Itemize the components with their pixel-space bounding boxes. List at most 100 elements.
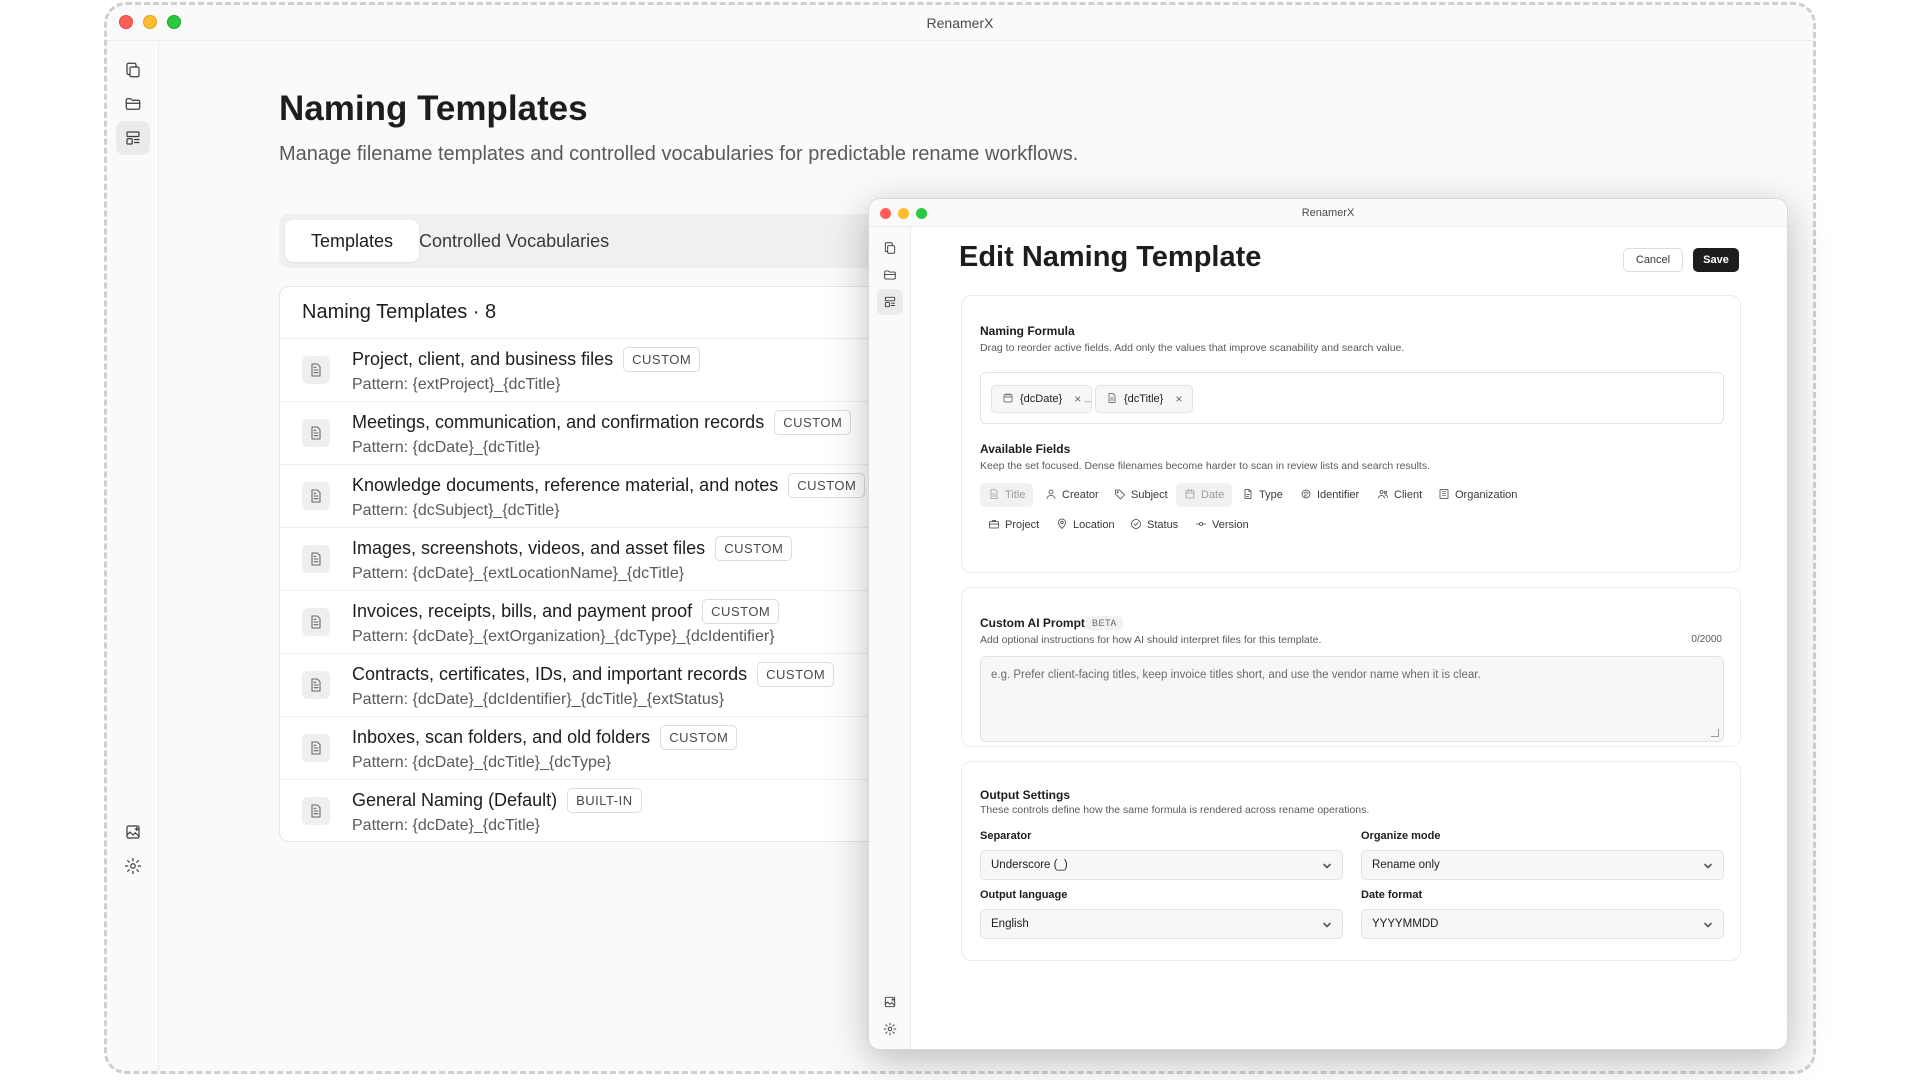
date-format-value: YYYYMMDD (1372, 918, 1439, 930)
calendar-icon (1184, 488, 1196, 503)
briefcase-icon (988, 518, 1000, 533)
edit-template-dialog: RenamerX Edit Naming Template Cancel Sav… (868, 198, 1788, 1050)
field-project[interactable]: Project (980, 513, 1047, 537)
template-row[interactable]: Inboxes, scan folders, and old folders CU… (280, 717, 938, 780)
output-settings-section: Output Settings These controls define ho… (961, 761, 1741, 961)
field-creator[interactable]: Creator (1037, 483, 1107, 507)
template-row[interactable]: Invoices, receipts, bills, and payment p… (280, 591, 938, 654)
template-row[interactable]: Meetings, communication, and confirmatio… (280, 402, 938, 465)
templates-icon[interactable] (877, 289, 903, 315)
formula-chip-dcdate[interactable]: {dcDate} × (991, 385, 1093, 413)
document-icon (302, 356, 330, 384)
files-icon[interactable] (116, 53, 150, 87)
check-circle-icon (1130, 518, 1142, 533)
template-row[interactable]: Project, client, and business files CUSTO… (280, 339, 938, 402)
save-button[interactable]: Save (1693, 248, 1739, 272)
template-badge: CUSTOM (774, 410, 852, 435)
files-icon[interactable] (877, 235, 903, 261)
formula-drop-zone[interactable]: {dcDate} × _ {dcTitle} × (980, 372, 1724, 424)
field-label: Type (1259, 489, 1283, 501)
dialog-title-bar: RenamerX (869, 199, 1787, 227)
template-pattern: Pattern: {dcSubject}_{dcTitle} (352, 502, 560, 519)
document-icon (302, 482, 330, 510)
dialog-heading: Edit Naming Template (959, 241, 1262, 273)
template-title: Knowledge documents, reference material,… (352, 475, 779, 495)
fingerprint-icon (1300, 488, 1312, 503)
gear-icon[interactable] (877, 1016, 903, 1042)
ai-prompt-description: Add optional instructions for how AI sho… (980, 634, 1322, 646)
page-title: Naming Templates (279, 89, 588, 128)
image-add-icon[interactable] (116, 815, 150, 849)
chevron-down-icon (1703, 920, 1713, 930)
template-badge: CUSTOM (623, 347, 701, 372)
template-title: General Naming (Default) (352, 790, 558, 810)
templates-list-card: Naming Templates · 8 Project, client, an… (279, 286, 939, 842)
tab-controlled-vocabularies[interactable]: Controlled Vocabularies (393, 220, 635, 262)
available-fields-description: Keep the set focused. Dense filenames be… (980, 460, 1430, 472)
ai-prompt-placeholder: e.g. Prefer client-facing titles, keep i… (991, 669, 1481, 681)
ai-prompt-textarea[interactable]: e.g. Prefer client-facing titles, keep i… (980, 656, 1724, 742)
image-add-icon[interactable] (877, 989, 903, 1015)
field-title[interactable]: Title (980, 483, 1034, 507)
cancel-button[interactable]: Cancel (1623, 248, 1683, 272)
folder-icon[interactable] (877, 262, 903, 288)
template-row[interactable]: Contracts, certificates, IDs, and import… (280, 654, 938, 717)
formula-chip-dctitle[interactable]: {dcTitle} × (1095, 385, 1194, 413)
sidebar (107, 41, 159, 1071)
template-pattern: Pattern: {dcDate}_{dcTitle}_{dcType} (352, 754, 612, 771)
separator-value: Underscore (_) (991, 859, 1068, 871)
separator-label: Separator (980, 830, 1032, 842)
calendar-icon (1002, 392, 1014, 407)
remove-chip-icon[interactable]: × (1175, 392, 1182, 406)
template-row[interactable]: General Naming (Default) BUILT-IN Pattern:… (280, 780, 938, 843)
templates-icon[interactable] (116, 121, 150, 155)
field-status[interactable]: Status (1122, 513, 1186, 537)
chip-label: {dcTitle} (1124, 393, 1164, 405)
field-label: Identifier (1317, 489, 1360, 501)
field-label: Date (1201, 489, 1225, 501)
field-label: Subject (1131, 489, 1168, 501)
output-language-label: Output language (980, 889, 1068, 901)
date-format-label: Date format (1361, 889, 1423, 901)
list-header: Naming Templates · 8 (280, 287, 938, 339)
pin-icon (1056, 518, 1068, 533)
field-type[interactable]: Type (1234, 483, 1291, 507)
output-language-value: English (991, 918, 1029, 930)
field-subject[interactable]: Subject (1106, 483, 1176, 507)
field-version[interactable]: Version (1187, 513, 1257, 537)
folder-icon[interactable] (116, 87, 150, 121)
organize-mode-select[interactable]: Rename only (1361, 850, 1724, 880)
character-counter: 0/2000 (1691, 634, 1722, 645)
template-row[interactable]: Images, screenshots, videos, and asset f… (280, 528, 938, 591)
template-title: Images, screenshots, videos, and asset f… (352, 538, 706, 558)
file-type-icon (1242, 488, 1254, 503)
field-organization[interactable]: Organization (1430, 483, 1525, 507)
template-title: Contracts, certificates, IDs, and import… (352, 664, 748, 684)
template-badge: CUSTOM (660, 725, 738, 750)
template-row[interactable]: Knowledge documents, reference material,… (280, 465, 938, 528)
template-title: Project, client, and business files (352, 349, 614, 369)
naming-formula-description: Drag to reorder active fields. Add only … (980, 342, 1405, 354)
template-pattern: Pattern: {dcDate}_{extLocationName}_{dcT… (352, 565, 685, 582)
organize-mode-label: Organize mode (1361, 830, 1441, 842)
output-language-select[interactable]: English (980, 909, 1343, 939)
chip-label: {dcDate} (1020, 393, 1063, 405)
field-label: Project (1005, 519, 1040, 531)
beta-badge: BETA (1086, 616, 1123, 630)
tag-icon (1114, 488, 1126, 503)
gear-icon[interactable] (116, 849, 150, 883)
field-client[interactable]: Client (1369, 483, 1430, 507)
field-identifier[interactable]: Identifier (1292, 483, 1367, 507)
field-label: Status (1147, 519, 1179, 531)
remove-chip-icon[interactable]: × (1074, 392, 1081, 406)
field-date[interactable]: Date (1176, 483, 1233, 507)
window-title: RenamerX (926, 15, 994, 31)
template-pattern: Pattern: {extProject}_{dcTitle} (352, 376, 561, 393)
template-badge: CUSTOM (715, 536, 793, 561)
date-format-select[interactable]: YYYYMMDD (1361, 909, 1724, 939)
tab-bar: Templates Controlled Vocabularies (279, 214, 939, 268)
field-location[interactable]: Location (1048, 513, 1123, 537)
template-badge: CUSTOM (702, 599, 780, 624)
separator-select[interactable]: Underscore (_) (980, 850, 1343, 880)
resize-handle[interactable] (1711, 729, 1719, 737)
